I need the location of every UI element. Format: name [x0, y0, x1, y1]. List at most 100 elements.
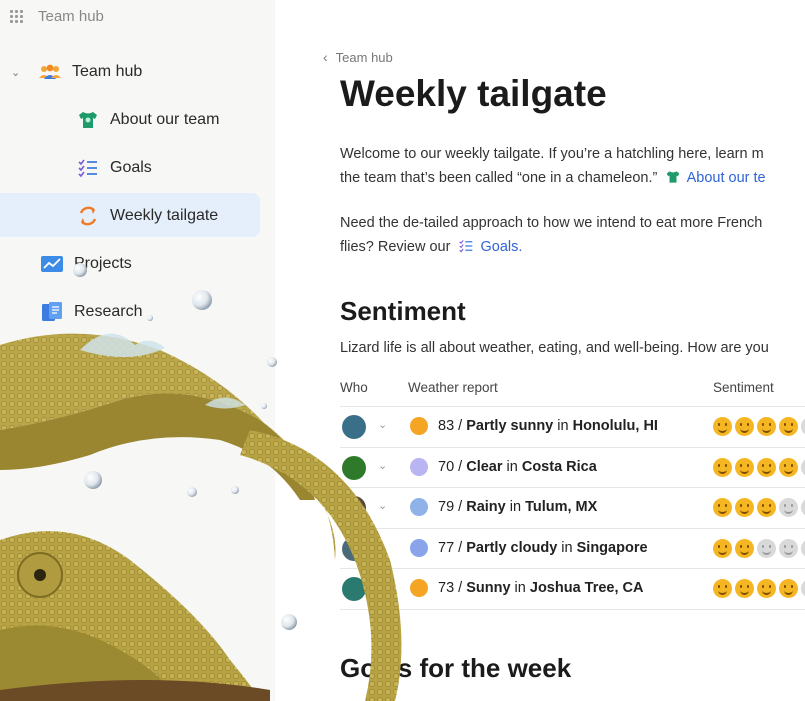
sidebar-item-label: Weekly tailgate	[110, 207, 219, 224]
sidebar-item-about-our-team[interactable]: About our team	[76, 108, 219, 132]
shirt-icon	[76, 108, 100, 132]
about-our-team-link[interactable]: About our te	[687, 170, 766, 186]
weather-condition: Clear	[466, 458, 503, 475]
table-row[interactable]: ⌄ 77 / Partly cloudy in Singapore	[340, 527, 805, 569]
smiley-icon[interactable]	[735, 498, 754, 518]
smiley-icon[interactable]	[801, 457, 805, 477]
sidebar-item-projects[interactable]: Projects	[40, 252, 132, 276]
smiley-icon[interactable]	[779, 579, 798, 599]
weather-report: 79 / Rainy in Tulum, MX	[438, 499, 597, 515]
table-row[interactable]: ⌄ 70 / Clear in Costa Rica	[340, 446, 805, 488]
avatar[interactable]	[342, 577, 366, 602]
smiley-icon[interactable]	[801, 498, 805, 518]
sidebar-section-label: Team hub	[72, 63, 143, 80]
goals-heading: Goals for the week	[340, 653, 572, 683]
weather-place: Joshua Tree, CA	[529, 580, 644, 597]
sidebar-item-research[interactable]: Research	[40, 300, 142, 324]
sidebar-item-goals[interactable]: Goals	[76, 156, 152, 180]
weather-icon	[410, 579, 428, 598]
weather-sep: in	[505, 499, 526, 516]
smiley-icon[interactable]	[801, 417, 805, 436]
sentiment-rating[interactable]	[713, 417, 805, 436]
smiley-icon[interactable]	[757, 538, 776, 558]
table-row[interactable]: ⌄ 83 / Partly sunny in Honolulu, HI	[340, 406, 805, 447]
chevron-down-icon[interactable]: ⌄	[378, 459, 387, 472]
chevron-down-icon[interactable]: ⌄	[378, 418, 387, 431]
smiley-icon[interactable]	[713, 579, 732, 599]
table-row[interactable]: ⌄ 79 / Rainy in Tulum, MX	[340, 487, 805, 528]
smiley-icon[interactable]	[713, 457, 732, 477]
chevron-left-icon: ‹	[323, 49, 328, 65]
smiley-icon[interactable]	[713, 417, 732, 436]
refresh-icon	[76, 204, 100, 228]
chevron-down-icon[interactable]: ⌄	[11, 66, 20, 79]
avatar[interactable]	[342, 415, 366, 439]
breadcrumb[interactable]: ‹ Team hub	[323, 49, 393, 65]
weather-temp: 73 /	[438, 580, 467, 597]
app-header: Team hub	[10, 8, 104, 25]
smiley-icon[interactable]	[779, 538, 798, 558]
weather-icon	[410, 457, 428, 476]
avatar[interactable]	[342, 496, 366, 521]
main-content: ‹ Team hub Weekly tailgate Welcome to ou…	[275, 0, 805, 701]
avatar[interactable]	[342, 536, 366, 561]
sentiment-rating[interactable]	[713, 579, 805, 599]
chevron-down-icon[interactable]: ⌄	[378, 540, 387, 553]
chart-icon	[40, 252, 64, 276]
column-header-who: Who	[340, 380, 368, 395]
smiley-icon[interactable]	[735, 457, 754, 477]
para2-line-1: Need the de-tailed approach to how we in…	[340, 215, 763, 231]
smiley-icon[interactable]	[757, 417, 776, 436]
sidebar-item-label: Projects	[74, 255, 132, 272]
sentiment-rating[interactable]	[713, 538, 805, 558]
sentiment-heading: Sentiment	[340, 296, 466, 326]
weather-condition: Rainy	[466, 499, 506, 516]
table-bottom-border	[340, 609, 805, 610]
smiley-icon[interactable]	[757, 579, 776, 599]
weather-report: 83 / Partly sunny in Honolulu, HI	[438, 418, 658, 434]
sidebar-item-label: About our team	[110, 111, 220, 128]
weather-sep: in	[553, 418, 573, 434]
weather-report: 70 / Clear in Costa Rica	[438, 459, 597, 475]
smiley-icon[interactable]	[779, 417, 798, 436]
chevron-down-icon[interactable]: ⌄	[378, 580, 387, 593]
weather-place: Honolulu, HI	[572, 418, 658, 434]
smiley-icon[interactable]	[713, 498, 732, 518]
goals-link[interactable]: Goals.	[480, 239, 522, 255]
shirt-icon	[667, 171, 680, 183]
weather-icon	[410, 498, 428, 517]
checklist-icon	[459, 240, 473, 253]
smiley-icon[interactable]	[801, 579, 805, 599]
smiley-icon[interactable]	[735, 417, 754, 436]
sidebar-item-weekly-tailgate[interactable]: Weekly tailgate	[76, 204, 218, 228]
app-grid-icon[interactable]	[10, 9, 24, 24]
intro-line-2: the team that’s been called “one in a ch…	[340, 166, 766, 190]
avatar[interactable]	[342, 455, 366, 480]
weather-place: Costa Rica	[521, 458, 597, 475]
sidebar: Team hub ⌄ Team hub About our team Goals…	[0, 0, 275, 701]
intro-line-1: Welcome to our weekly tailgate. If you’r…	[340, 146, 764, 162]
smiley-icon[interactable]	[757, 498, 776, 518]
smiley-icon[interactable]	[801, 538, 805, 558]
sentiment-rating[interactable]	[713, 498, 805, 518]
sentiment-intro: Lizard life is all about weather, eating…	[340, 340, 769, 356]
team-icon	[38, 60, 62, 84]
page-title: Weekly tailgate	[340, 73, 607, 114]
weather-place: Tulum, MX	[525, 499, 598, 516]
sentiment-rating[interactable]	[713, 457, 805, 477]
sidebar-section-team-hub[interactable]: Team hub	[38, 60, 142, 84]
weather-temp: 77 /	[438, 539, 467, 556]
smiley-icon[interactable]	[757, 457, 776, 477]
chevron-down-icon[interactable]: ⌄	[378, 499, 387, 512]
weather-condition: Sunny	[466, 580, 511, 597]
para2-line-2: flies? Review our Goals.	[340, 235, 522, 259]
smiley-icon[interactable]	[735, 538, 754, 558]
smiley-icon[interactable]	[779, 498, 798, 518]
weather-place: Singapore	[576, 539, 648, 556]
weather-temp: 79 /	[438, 499, 467, 516]
smiley-icon[interactable]	[713, 538, 732, 558]
table-row[interactable]: ⌄ 73 / Sunny in Joshua Tree, CA	[340, 568, 805, 609]
smiley-icon[interactable]	[735, 579, 754, 599]
smiley-icon[interactable]	[779, 457, 798, 477]
sidebar-item-label: Research	[74, 303, 143, 320]
